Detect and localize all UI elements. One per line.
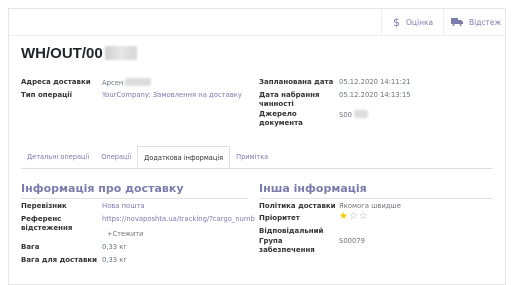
source-document-text: S00 — [339, 111, 352, 119]
source-document-value[interactable]: S00 — [339, 110, 368, 120]
priority-stars: ★☆☆ — [339, 211, 369, 222]
redacted-text — [353, 110, 368, 118]
procurement-group-label: Група забезпечення — [259, 237, 315, 254]
form-sheet: $ Оцінка Відстеж WH/OUT/00 Адреса достав… — [8, 8, 506, 285]
weight-value: 0,33 кг — [102, 243, 127, 251]
record-title: WH/OUT/00 — [21, 45, 137, 69]
shipping-weight-label: Вага для доставки — [21, 256, 98, 264]
scheduled-date-value[interactable]: 05.12.2020 14:11:21 — [339, 78, 411, 87]
redacted-number — [104, 46, 137, 60]
tab-note[interactable]: Примітка — [230, 146, 274, 168]
section-divider — [21, 198, 247, 199]
redacted-text — [125, 78, 152, 86]
tab-additional-info[interactable]: Додаткова інформація — [137, 145, 231, 169]
track-button[interactable]: +Стежити — [107, 230, 143, 238]
priority-star-icon[interactable]: ☆ — [359, 211, 369, 222]
tab-detailed-operations[interactable]: Детальні операції — [21, 146, 95, 168]
weight-label: Вага — [21, 243, 40, 251]
truck-icon — [451, 16, 463, 29]
button-box: $ Оцінка Відстеж — [9, 9, 505, 36]
delivery-address-label: Адреса доставки — [21, 78, 91, 86]
valuation-label: Оцінка — [406, 17, 434, 27]
track-button-label: Стежити — [112, 230, 144, 238]
shipping-weight-value: 0,33 кг — [102, 256, 127, 264]
tabs-divider — [21, 168, 493, 169]
delivery-address-value[interactable]: Арсен — [102, 78, 152, 88]
effective-date-value: 05.12.2020 14:13:15 — [339, 91, 411, 99]
priority-star-icon[interactable]: ☆ — [349, 211, 359, 222]
priority-label: Пріоритет — [259, 214, 300, 222]
carrier-value[interactable]: Нова пошта — [102, 202, 145, 211]
section-divider — [259, 198, 493, 199]
notebook-tabs: Детальні операції Операції Додаткова інф… — [21, 145, 274, 169]
effective-date-label: Дата набрання чинності — [259, 91, 320, 108]
tab-operations[interactable]: Операції — [95, 146, 137, 168]
valuation-button[interactable]: $ Оцінка — [393, 9, 433, 35]
delivery-address-text: Арсен — [102, 79, 124, 87]
tracking-label: Відстеж — [469, 17, 502, 27]
procurement-group-value[interactable]: S00079 — [339, 237, 365, 246]
dollar-icon: $ — [393, 15, 400, 29]
source-document-label: Джерело документа — [259, 110, 303, 127]
responsible-label: Відповідальний — [259, 227, 324, 235]
other-info-heading: Інша інформація — [259, 182, 367, 195]
divider — [381, 9, 382, 35]
scheduled-date-label: Запланована дата — [259, 78, 334, 86]
operation-type-label: Тип операції — [21, 91, 73, 99]
tracking-button[interactable]: Відстеж — [451, 9, 501, 35]
delivery-policy-label: Політика доставки — [259, 202, 336, 210]
divider — [443, 9, 444, 35]
carrier-label: Перевізник — [21, 202, 67, 210]
tracking-ref-label: Референс відстеження — [21, 215, 73, 232]
tracking-ref-value[interactable]: https://novaposhta.ua/tracking/?cargo_nu… — [102, 215, 255, 224]
delivery-info-heading: Інформація про доставку — [21, 182, 184, 195]
priority-star-icon[interactable]: ★ — [339, 211, 349, 222]
record-reference: WH/OUT/00 — [21, 45, 103, 62]
operation-type-value[interactable]: YourCompany: Замовлення на доставку — [102, 91, 242, 100]
delivery-policy-value[interactable]: Якомога швидше — [339, 202, 401, 211]
